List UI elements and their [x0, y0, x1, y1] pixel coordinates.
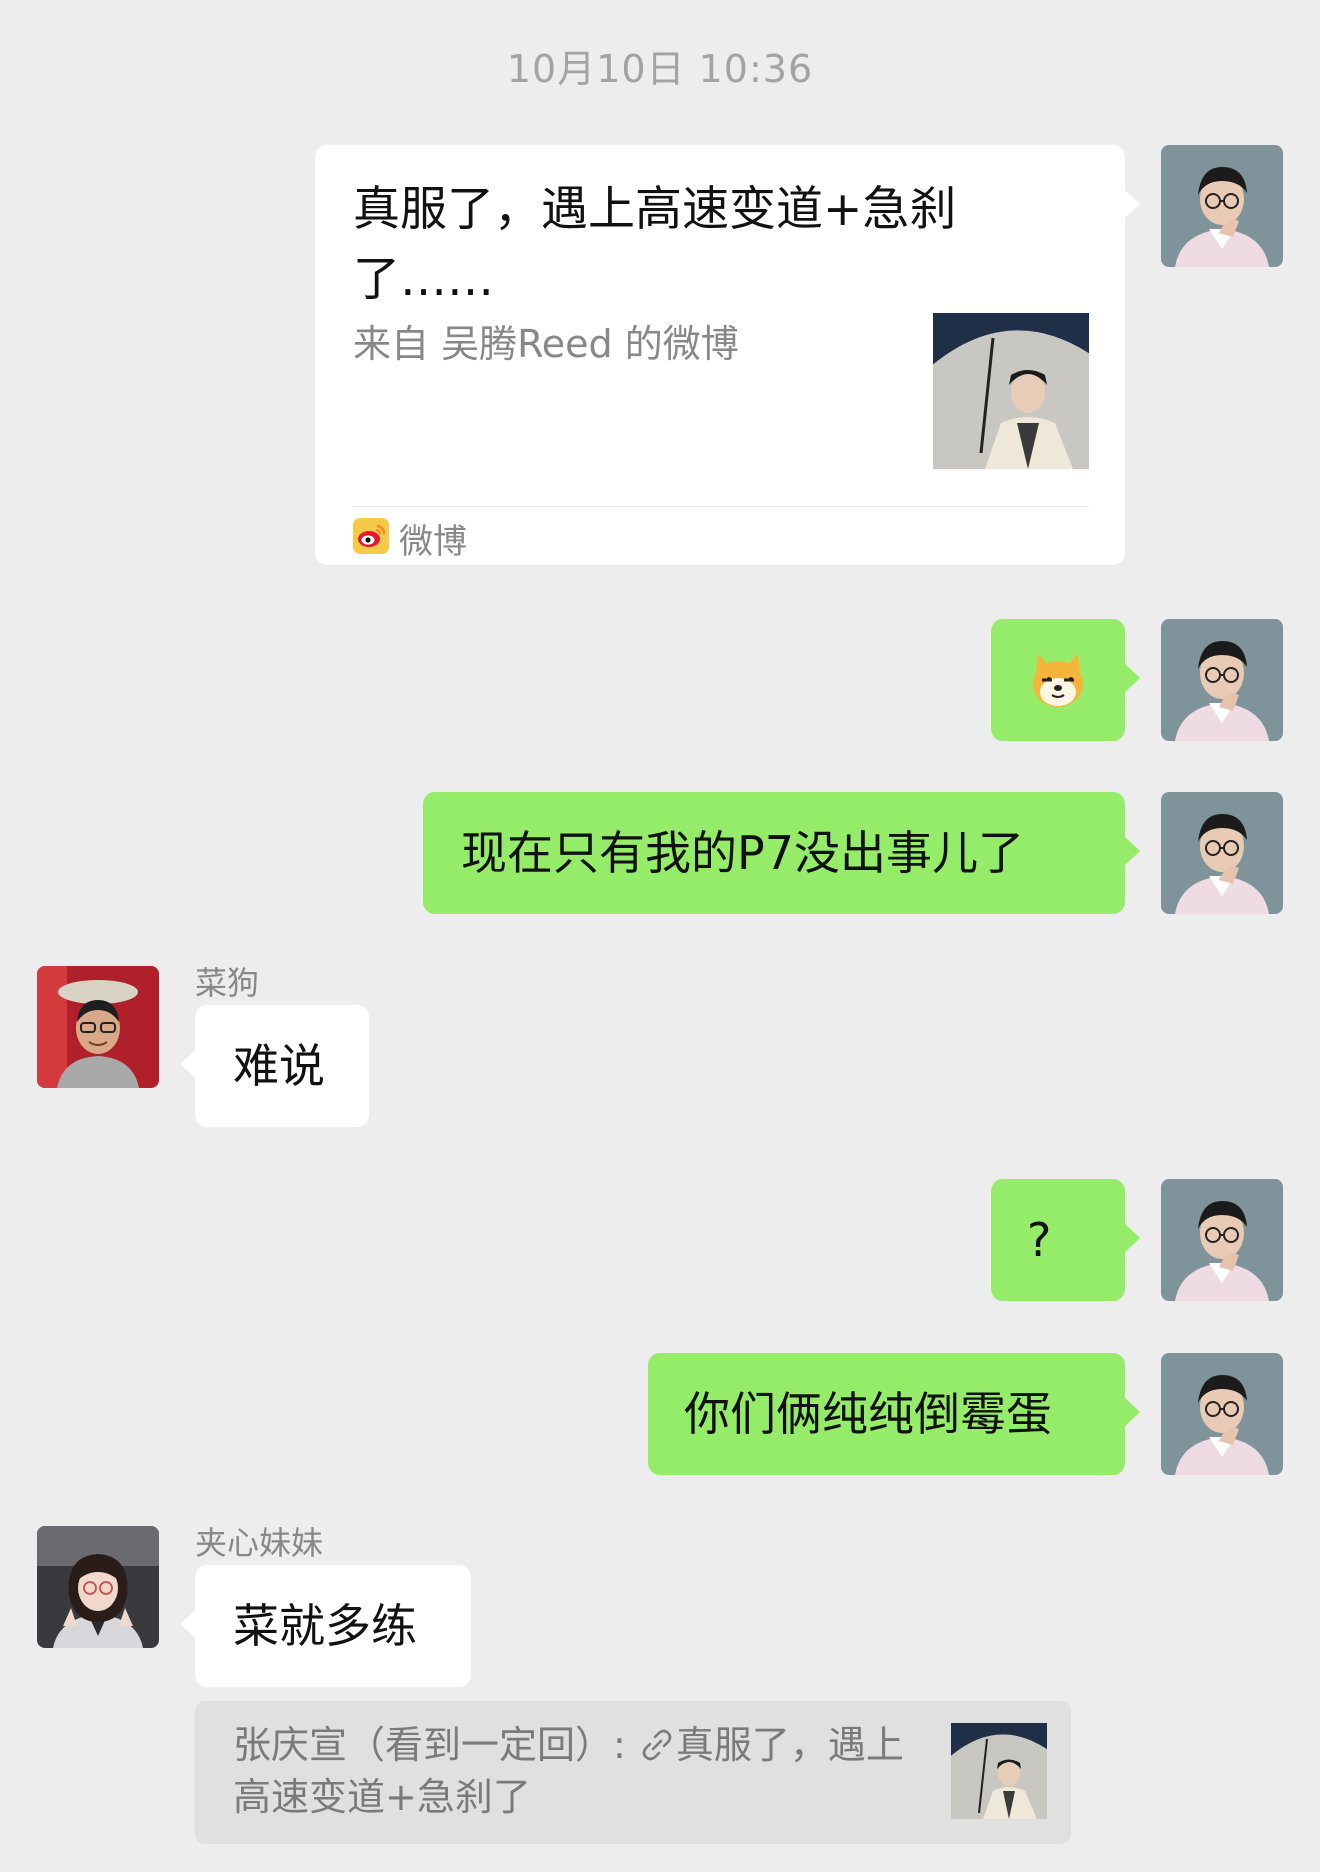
shared-weibo-card[interactable]: 真服了，遇上高速变道+急刹了…… 来自 吴腾Reed 的微博 微博	[315, 145, 1140, 565]
message-bubble-received[interactable]: 菜就多练	[180, 1565, 471, 1687]
card-thumbnail	[933, 313, 1089, 469]
card-title: 真服了，遇上高速变道+急刹了……	[353, 182, 957, 307]
message-text: 菜就多练	[233, 1599, 417, 1653]
sticker-bubble[interactable]	[991, 619, 1140, 741]
message-timestamp: 10月10日 10:36	[506, 47, 814, 91]
sender-name: 夹心妹妹	[195, 1524, 324, 1562]
sender-name: 菜狗	[195, 964, 260, 1002]
contact-avatar-caigou[interactable]	[37, 966, 159, 1088]
self-avatar[interactable]	[1161, 1353, 1283, 1475]
quote-text-1: 真服了，遇上	[675, 1723, 904, 1767]
card-divider	[353, 506, 1089, 507]
self-avatar[interactable]	[1161, 145, 1283, 267]
card-source-label: 微博	[399, 522, 467, 562]
quote-line-1: 张庆宣（看到一定回）: 真服了，遇上	[233, 1719, 904, 1771]
message-bubble-sent[interactable]: 现在只有我的P7没出事儿了	[423, 792, 1140, 914]
message-text: 难说	[233, 1039, 325, 1093]
message-bubble-sent[interactable]: ?	[991, 1179, 1140, 1301]
self-avatar[interactable]	[1161, 619, 1283, 741]
quote-line-2: 高速变道+急刹了	[233, 1775, 531, 1819]
card-from-text: 来自 吴腾Reed 的微博	[353, 322, 739, 366]
self-avatar[interactable]	[1161, 792, 1283, 914]
message-bubble-received[interactable]: 难说	[180, 1005, 369, 1127]
contact-avatar-jiaxin[interactable]	[37, 1526, 159, 1648]
message-text: ?	[1027, 1213, 1052, 1267]
weibo-icon	[353, 518, 389, 554]
quoted-message[interactable]: 张庆宣（看到一定回）: 真服了，遇上 高速变道+急刹了	[195, 1701, 1071, 1844]
quote-sender: 张庆宣（看到一定回）:	[233, 1723, 638, 1767]
message-text: 现在只有我的P7没出事儿了	[461, 826, 1025, 880]
link-icon	[638, 1725, 676, 1763]
quote-thumbnail	[951, 1723, 1047, 1819]
doge-sticker-icon	[1028, 650, 1088, 710]
message-text: 你们俩纯纯倒霉蛋	[684, 1387, 1052, 1441]
message-bubble-sent[interactable]: 你们俩纯纯倒霉蛋	[648, 1353, 1140, 1475]
self-avatar[interactable]	[1161, 1179, 1283, 1301]
